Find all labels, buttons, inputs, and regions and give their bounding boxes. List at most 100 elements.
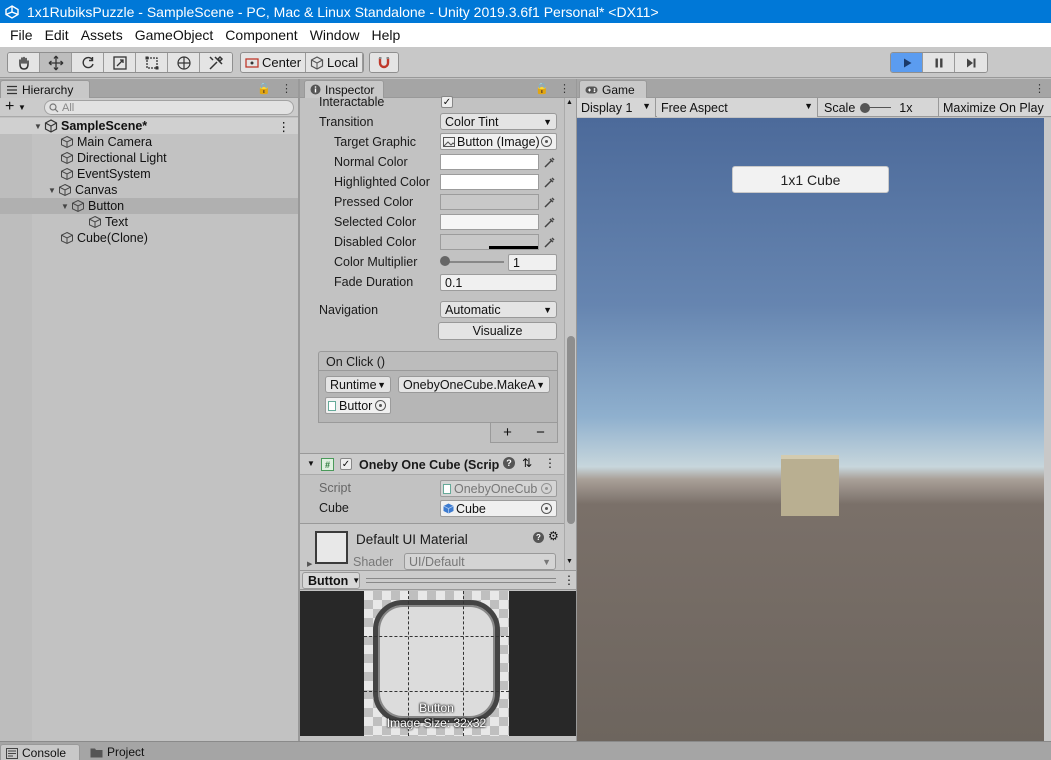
selected-color-swatch[interactable] [440,214,539,230]
hierarchy-item-label: Canvas [75,183,118,197]
menu-assets[interactable]: Assets [75,23,129,47]
eyedropper-icon[interactable] [543,176,555,188]
lock-icon[interactable]: 🔒 [257,82,271,95]
scroll-down-arrow-icon[interactable]: ▼ [566,558,573,565]
help-icon[interactable]: ? [533,532,544,543]
grid-snap-button[interactable] [370,53,398,72]
menu-window[interactable]: Window [304,23,366,47]
menu-help[interactable]: Help [365,23,406,47]
scale-slider-handle[interactable] [860,102,871,113]
expand-arrow-icon[interactable]: ▼ [32,122,44,131]
snap-toggle[interactable] [369,52,399,73]
navigation-dropdown[interactable]: Automatic ▼ [440,301,557,318]
game-ui-cube-button[interactable]: 1x1 Cube [732,166,889,193]
target-graphic-field[interactable]: Button (Image) [440,133,557,150]
hierarchy-item-eventsystem[interactable]: EventSystem [0,166,298,182]
create-add-button[interactable]: + [5,98,14,116]
chevron-down-icon[interactable]: ▼ [18,103,26,112]
step-button[interactable] [955,53,987,72]
onclick-object-field[interactable]: Buttor [325,397,391,414]
target-graphic-label: Target Graphic [334,135,416,149]
component-menu-icon[interactable]: ⋮ [544,456,556,470]
rect-tool-button[interactable] [136,53,168,72]
maximize-on-play-toggle[interactable]: Maximize On Play [940,98,1051,117]
kebab-menu-icon[interactable]: ⋮ [1034,82,1045,95]
visualize-button[interactable]: Visualize [438,322,557,340]
hierarchy-item-cube-clone[interactable]: Cube(Clone) [0,230,298,246]
preview-drag-handle[interactable] [366,578,556,583]
scale-slider[interactable] [860,102,892,114]
transition-dropdown[interactable]: Color Tint ▼ [440,113,557,130]
onclick-function-dropdown[interactable]: OnebyOneCube.MakeA ▼ [398,376,550,393]
expand-arrow-icon[interactable]: ▼ [59,202,71,211]
onclick-list: Runtime ▼ OnebyOneCube.MakeA ▼ Buttor [318,371,558,423]
help-icon[interactable]: ? [503,457,515,469]
color-multiplier-slider-handle[interactable] [440,256,450,266]
pause-button[interactable] [923,53,955,72]
remove-event-button[interactable]: − [536,424,545,441]
add-event-button[interactable]: + [503,424,512,441]
tab-project[interactable]: Project [90,745,144,759]
scroll-up-arrow-icon[interactable]: ▲ [566,99,573,106]
object-picker-icon[interactable] [541,503,552,514]
eyedropper-icon[interactable] [543,196,555,208]
pivot-center-toggle[interactable]: Center [241,53,307,72]
highlighted-color-swatch[interactable] [440,174,539,190]
menu-file[interactable]: File [4,23,39,47]
tab-hierarchy[interactable]: Hierarchy [0,80,90,98]
kebab-menu-icon[interactable]: ⋮ [559,82,570,95]
pivot-local-toggle[interactable]: Local [306,53,364,72]
expand-arrow-icon[interactable]: ▼ [46,186,58,195]
lock-icon[interactable]: 🔒 [535,82,549,95]
script-component-header[interactable]: ▼ # ✓ Oneby One Cube (Scrip ? ⇅ ⋮ [300,453,566,475]
object-picker-icon[interactable] [375,400,386,411]
scale-tool-button[interactable] [104,53,136,72]
move-tool-button[interactable] [40,53,72,72]
scene-menu-icon[interactable]: ⋮ [278,119,291,134]
rotate-tool-button[interactable] [72,53,104,72]
hierarchy-item-text[interactable]: Text [0,214,298,230]
kebab-menu-icon[interactable]: ⋮ [281,82,292,95]
inspector-scrollbar[interactable]: ▲ ▼ [564,98,576,570]
display-dropdown[interactable]: Display 1 ▼ [577,98,656,117]
normal-color-swatch[interactable] [440,154,539,170]
eyedropper-icon[interactable] [543,236,555,248]
eyedropper-icon[interactable] [543,156,555,168]
hierarchy-item-main-camera[interactable]: Main Camera [0,134,298,150]
script-enabled-checkbox[interactable]: ✓ [340,458,352,470]
hand-tool-button[interactable] [8,53,40,72]
hierarchy-item-button[interactable]: ▼ Button [0,198,298,214]
color-multiplier-slider-track[interactable] [442,261,504,263]
preview-object-dropdown[interactable]: Button ▼ [302,572,360,589]
aspect-dropdown[interactable]: Free Aspect ▼ [657,98,818,117]
play-button[interactable] [891,53,923,72]
menu-edit[interactable]: Edit [39,23,75,47]
collapse-arrow-icon[interactable]: ▼ [307,459,315,468]
presets-sliders-icon[interactable]: ⇅ [522,456,532,470]
scene-row[interactable]: ▼ SampleScene* ⋮ [0,118,298,134]
tab-console[interactable]: Console [0,744,80,760]
onclick-runtime-dropdown[interactable]: Runtime ▼ [325,376,391,393]
transform-tool-button[interactable] [168,53,200,72]
cube-field[interactable]: Cube [440,500,557,517]
gear-icon[interactable]: ⚙ [548,529,559,543]
menu-gameobject[interactable]: GameObject [129,23,220,47]
expand-arrow-icon[interactable]: ▶ [307,560,312,568]
hierarchy-search-input[interactable]: All [44,100,294,115]
preview-menu-icon[interactable]: ⋮ [563,573,575,587]
scrollbar-thumb[interactable] [567,336,575,524]
fade-duration-field[interactable]: 0.1 [440,274,557,291]
game-viewport[interactable]: 1x1 Cube [577,118,1044,741]
hierarchy-item-directional-light[interactable]: Directional Light [0,150,298,166]
eyedropper-icon[interactable] [543,216,555,228]
color-multiplier-field[interactable]: 1 [508,254,557,271]
hierarchy-item-canvas[interactable]: ▼ Canvas [0,182,298,198]
object-picker-icon[interactable] [541,136,552,147]
interactable-checkbox[interactable]: ✓ [441,96,453,108]
disabled-color-swatch[interactable] [440,234,539,250]
custom-tool-button[interactable] [200,53,232,72]
tab-game[interactable]: Game [579,80,647,98]
menu-component[interactable]: Component [219,23,303,47]
pressed-color-swatch[interactable] [440,194,539,210]
game-view-edge [1044,118,1051,741]
